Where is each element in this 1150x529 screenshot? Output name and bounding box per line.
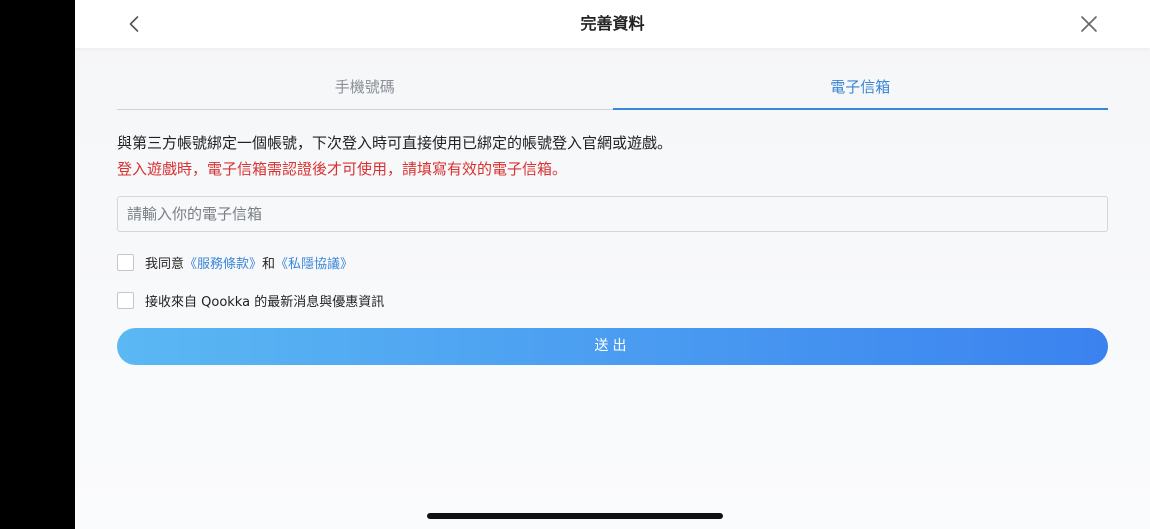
submit-button[interactable]: 送出: [117, 328, 1108, 365]
binding-notice: 與第三方帳號綁定一個帳號，下次登入時可直接使用已綁定的帳號登入官網或遊戲。: [117, 134, 673, 152]
app-screen: 完善資料 手機號碼 電子信箱 與第三方帳號綁定一個帳號，下次登入時可直接使用已綁…: [75, 0, 1150, 529]
agreement-joiner: 和: [262, 256, 276, 272]
privacy-policy-link[interactable]: 《私隱協議》: [275, 253, 353, 272]
tab-phone-number[interactable]: 手機號碼: [117, 68, 613, 109]
agreement-prefix: 我同意: [145, 256, 185, 272]
home-indicator[interactable]: [427, 513, 723, 519]
newsletter-checkbox[interactable]: [117, 291, 134, 309]
agreement-row: 我同意 《服務條款》 和 《私隱協議》: [117, 252, 353, 272]
page-title: 完善資料: [580, 14, 645, 33]
verification-warning: 登入遊戲時，電子信箱需認證後才可使用，請填寫有效的電子信箱。: [117, 160, 568, 178]
newsletter-label: 接收來自 Qookka 的最新消息與優惠資訊: [145, 294, 385, 310]
chevron-left-icon[interactable]: [123, 12, 147, 36]
tab-email[interactable]: 電子信箱: [612, 68, 1109, 110]
newsletter-row: 接收來自 Qookka 的最新消息與優惠資訊: [117, 290, 384, 310]
tab-bar: 手機號碼 電子信箱: [117, 68, 1108, 110]
agreement-checkbox[interactable]: [117, 253, 134, 271]
email-input[interactable]: [117, 196, 1108, 232]
header: 完善資料: [75, 0, 1150, 48]
left-black-bar: [0, 0, 75, 529]
close-icon[interactable]: [1077, 12, 1101, 36]
terms-of-service-link[interactable]: 《服務條款》: [184, 253, 262, 272]
